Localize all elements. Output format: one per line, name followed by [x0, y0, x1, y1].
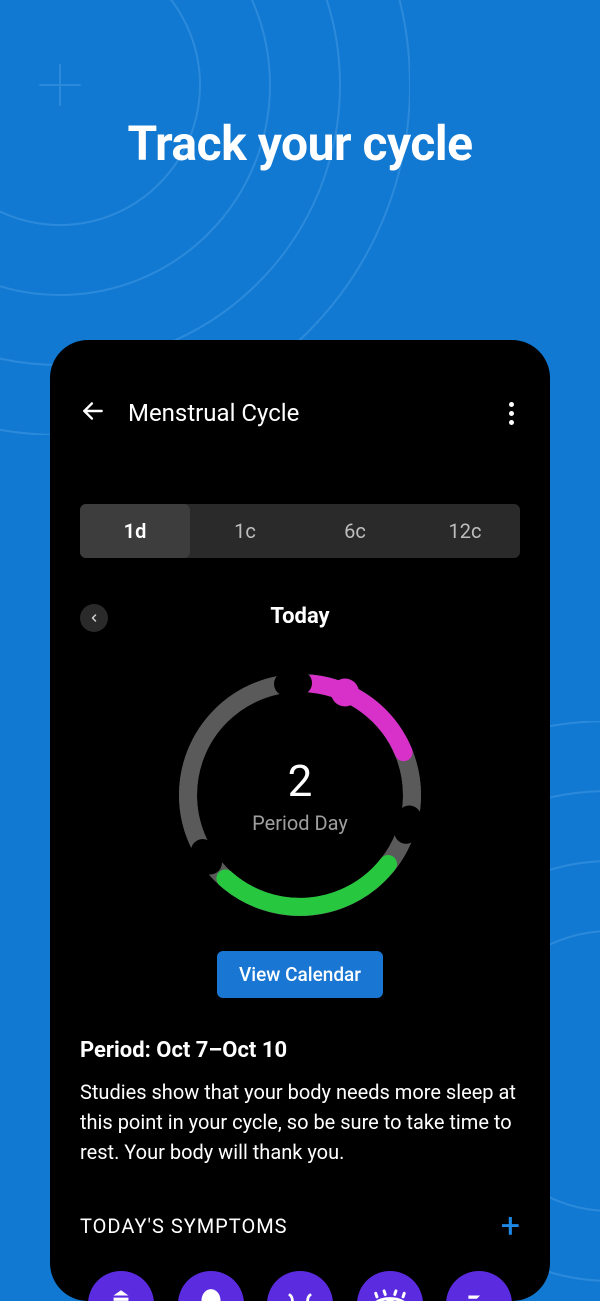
- cycle-day-number: 2: [288, 755, 313, 807]
- cycle-info-block: Period: Oct 7–Oct 10 Studies show that y…: [80, 1038, 520, 1167]
- view-calendar-button[interactable]: View Calendar: [217, 951, 383, 998]
- eye-icon: [357, 1271, 423, 1301]
- page-title: Menstrual Cycle: [128, 399, 481, 427]
- cycle-ring-center: 2 Period Day: [170, 665, 430, 925]
- period-range-heading: Period: Oct 7–Oct 10: [80, 1038, 520, 1063]
- app-bar: Menstrual Cycle: [80, 390, 520, 436]
- segment-6c[interactable]: 6c: [300, 504, 410, 558]
- more-icon[interactable]: [503, 402, 520, 425]
- segment-1c[interactable]: 1c: [190, 504, 300, 558]
- prev-day-button[interactable]: [80, 604, 108, 632]
- promo-background: Track your cycle Menstrual Cycle 1d 1c 6…: [0, 0, 600, 1301]
- segment-12c[interactable]: 12c: [410, 504, 520, 558]
- segment-1d[interactable]: 1d: [80, 504, 190, 558]
- back-icon[interactable]: [80, 398, 106, 428]
- device-frame: Menstrual Cycle 1d 1c 6c 12c Today: [50, 340, 550, 1301]
- symptoms-header-row: TODAY'S SYMPTOMS +: [80, 1209, 520, 1243]
- symptoms-heading: TODAY'S SYMPTOMS: [80, 1214, 288, 1238]
- symptom-item[interactable]: [263, 1271, 337, 1301]
- symptom-item[interactable]: [174, 1271, 248, 1301]
- balloon-icon: [178, 1271, 244, 1301]
- symptom-item[interactable]: [84, 1271, 158, 1301]
- cycle-ring-wrap: 2 Period Day: [80, 665, 520, 925]
- range-segmented-control: 1d 1c 6c 12c: [80, 504, 520, 558]
- day-header-row: Today: [80, 604, 520, 629]
- symptom-item[interactable]: [353, 1271, 427, 1301]
- hips-icon: [267, 1271, 333, 1301]
- cycle-ring[interactable]: 2 Period Day: [170, 665, 430, 925]
- cycle-day-caption: Period Day: [252, 811, 348, 835]
- cycle-tip-text: Studies show that your body needs more s…: [80, 1077, 520, 1167]
- symptoms-row: [80, 1271, 520, 1301]
- symptom-item[interactable]: [442, 1271, 516, 1301]
- day-label: Today: [270, 604, 329, 629]
- add-symptom-button[interactable]: +: [501, 1209, 520, 1243]
- spine-icon: [88, 1271, 154, 1301]
- sleep-icon: [446, 1271, 512, 1301]
- promo-headline: Track your cycle: [0, 115, 600, 172]
